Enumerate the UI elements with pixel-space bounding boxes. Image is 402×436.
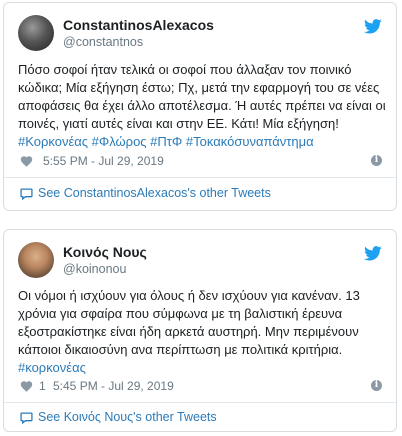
- tweet-text-line: ποινές, γιατί αυτές είναι και στην ΕΕ. Κ…: [18, 116, 339, 131]
- timestamp-link[interactable]: 5:55 PM - Jul 29, 2019: [43, 154, 164, 168]
- tweet-meta: 1 5:45 PM - Jul 29, 2019 i: [20, 378, 382, 394]
- user-handle[interactable]: @koinonou: [63, 262, 126, 276]
- tweet-text-line: κάποιοι δικαιοσύνη ανα περίπτωση με πολι…: [18, 342, 343, 357]
- divider: [4, 177, 396, 178]
- heart-icon[interactable]: [20, 155, 33, 167]
- tweet-card[interactable]: ConstantinosAlexacos @constantnos Πόσο σ…: [3, 2, 397, 211]
- tweet-text-line: κώδικα; Μία εξήγηση έστω; Πχ, μετά την ε…: [18, 80, 380, 95]
- tweet-meta: 5:55 PM - Jul 29, 2019 i: [20, 153, 382, 169]
- tweet-text-line: Πόσο σοφοί ήταν τελικά οι σοφοί που άλλα…: [18, 62, 352, 77]
- speech-bubble-icon: [20, 188, 33, 200]
- avatar[interactable]: [18, 15, 54, 51]
- divider: [4, 402, 396, 403]
- tweet-text-line: χρόνια για σφαίρα που σύμφωνα με τη βαλι…: [18, 306, 343, 321]
- tweet-text: Οι νόμοι ή ισχύουν για όλους ή δεν ισχύο…: [18, 287, 386, 377]
- tweet-text-line: αποφάσεις θα έχει άλλο αποτέλεσμα. Ή αυτ…: [18, 98, 386, 113]
- other-tweets-label[interactable]: See Κοινός Νους's other Tweets: [38, 410, 217, 424]
- avatar[interactable]: [18, 242, 54, 278]
- user-handle[interactable]: @constantnos: [63, 35, 143, 49]
- twitter-bird-icon[interactable]: [364, 19, 382, 34]
- hashtag-links[interactable]: #Κορκονέας #Φλώρος #ΠτΦ #Τοκακόσυναπάντη…: [18, 133, 386, 151]
- timestamp-link[interactable]: 5:45 PM - Jul 29, 2019: [53, 379, 174, 393]
- tweet-header: Κοινός Νους @koinonou: [18, 242, 382, 282]
- speech-bubble-icon: [20, 412, 33, 424]
- tweet-card[interactable]: Κοινός Νους @koinonou Οι νόμοι ή ισχύουν…: [3, 229, 397, 432]
- like-count: 1: [39, 379, 46, 393]
- hashtag-links[interactable]: #κορκονέας: [18, 359, 386, 377]
- tweet-text: Πόσο σοφοί ήταν τελικά οι σοφοί που άλλα…: [18, 61, 386, 151]
- info-icon[interactable]: i: [371, 155, 382, 166]
- info-icon[interactable]: i: [371, 380, 382, 391]
- twitter-bird-icon[interactable]: [364, 246, 382, 261]
- tweet-header: ConstantinosAlexacos @constantnos: [18, 15, 382, 55]
- heart-icon[interactable]: [20, 380, 33, 392]
- tweet-text-line: εξοστρακίστηκε είναι ήδη αρκετά αυστηρή.…: [18, 324, 359, 339]
- other-tweets-label[interactable]: See ConstantinosAlexacos's other Tweets: [38, 186, 271, 200]
- tweet-text-line: Οι νόμοι ή ισχύουν για όλους ή δεν ισχύο…: [18, 288, 360, 303]
- display-name[interactable]: ConstantinosAlexacos: [63, 17, 214, 33]
- display-name[interactable]: Κοινός Νους: [63, 244, 147, 260]
